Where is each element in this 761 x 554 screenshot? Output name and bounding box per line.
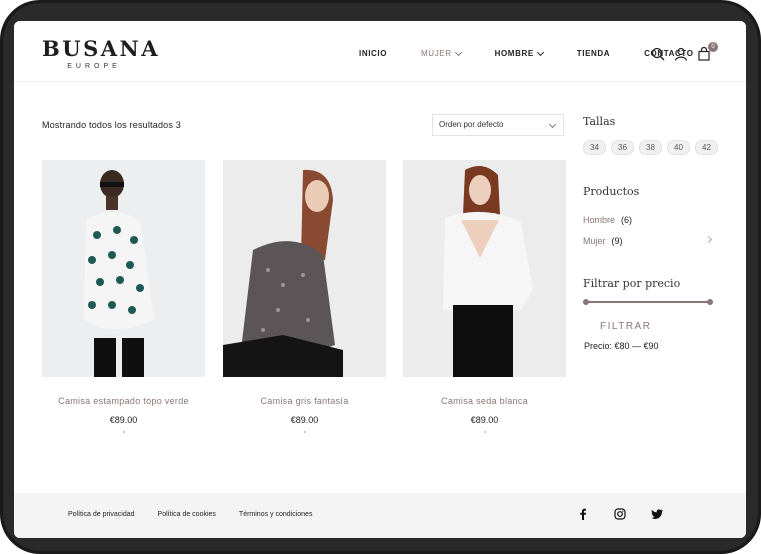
- chevron-down-icon: [548, 120, 557, 129]
- user-icon[interactable]: [674, 47, 688, 66]
- category-item[interactable]: Mujer (9): [583, 236, 623, 246]
- sort-select[interactable]: Orden por defecto: [432, 114, 564, 136]
- category-item[interactable]: Hombre (6): [583, 215, 632, 225]
- logo-sub: EUROPE: [67, 63, 121, 70]
- size-option[interactable]: 36: [611, 140, 634, 155]
- price-range: Precio: €80 — €90: [584, 341, 659, 351]
- footer-link-cookies[interactable]: Política de cookies: [158, 511, 216, 518]
- price-slider[interactable]: [583, 299, 713, 305]
- nav-item-tienda[interactable]: TIENDA: [577, 49, 610, 58]
- category-count: (6): [621, 215, 633, 225]
- twitter-icon[interactable]: [651, 507, 664, 525]
- product-name[interactable]: Camisa seda blanca: [403, 396, 566, 406]
- site-footer: Política de privacidad Política de cooki…: [14, 493, 746, 538]
- facebook-icon[interactable]: [577, 507, 589, 525]
- screen: BUSANA EUROPE INICIO MUJER HOMBRE TIENDA…: [14, 21, 746, 538]
- site-header: BUSANA EUROPE INICIO MUJER HOMBRE TIENDA…: [14, 21, 746, 82]
- nav-label: TIENDA: [576, 49, 611, 58]
- nav-label: MUJER: [421, 49, 452, 58]
- result-count: Mostrando todos los resultados 3: [42, 120, 181, 130]
- search-icon[interactable]: [651, 47, 665, 66]
- product-card[interactable]: Camisa seda blanca €89.00: [403, 160, 566, 433]
- nav-item-inicio[interactable]: INICIO: [359, 49, 387, 58]
- size-option[interactable]: 42: [695, 140, 718, 155]
- size-option[interactable]: 40: [667, 140, 690, 155]
- nav-item-mujer[interactable]: MUJER: [421, 48, 462, 58]
- size-option[interactable]: 38: [639, 140, 662, 155]
- nav-label: INICIO: [359, 49, 388, 58]
- product-price: €89.00: [109, 415, 138, 425]
- product-image[interactable]: [42, 160, 205, 377]
- cart-count-badge: 0: [708, 42, 718, 52]
- chevron-down-icon: [536, 48, 544, 56]
- size-filter: 34 36 38 40 42: [583, 140, 723, 155]
- price-filter-title: Filtrar por precio: [583, 277, 681, 290]
- nav-item-hombre[interactable]: HOMBRE: [494, 48, 544, 58]
- sort-selected: Orden por defecto: [439, 120, 504, 129]
- tablet-frame: BUSANA EUROPE INICIO MUJER HOMBRE TIENDA…: [0, 0, 761, 554]
- category-label: Mujer: [583, 236, 606, 246]
- divider: [303, 431, 306, 433]
- size-option[interactable]: 34: [583, 140, 606, 155]
- product-image[interactable]: [223, 160, 386, 377]
- product-card[interactable]: Camisa gris fantasía €89.00: [223, 160, 386, 433]
- divider: [483, 431, 486, 433]
- nav-label: HOMBRE: [494, 49, 534, 58]
- slider-handle-max[interactable]: [707, 299, 713, 305]
- product-price: €89.00: [290, 415, 319, 425]
- instagram-icon[interactable]: [614, 507, 626, 525]
- product-name[interactable]: Camisa gris fantasía: [223, 396, 386, 406]
- filter-button[interactable]: FILTRAR: [600, 321, 651, 332]
- cart-icon[interactable]: 0: [697, 42, 718, 66]
- header-icons: 0: [651, 42, 720, 66]
- product-card[interactable]: Camisa estampado topo verde €89.00: [42, 160, 205, 433]
- products-title: Productos: [583, 185, 640, 198]
- product-name[interactable]: Camisa estampado topo verde: [42, 396, 205, 406]
- chevron-right-icon[interactable]: [704, 235, 713, 244]
- chevron-down-icon: [454, 48, 462, 56]
- footer-link-terms[interactable]: Términos y condiciones: [239, 511, 313, 518]
- category-count: (9): [611, 236, 623, 246]
- product-price: €89.00: [470, 415, 499, 425]
- social-links: [577, 507, 688, 525]
- logo-brand: BUSANA: [42, 36, 161, 61]
- footer-link-privacy[interactable]: Política de privacidad: [68, 511, 135, 518]
- category-label: Hombre: [583, 215, 616, 225]
- logo[interactable]: BUSANA EUROPE: [42, 36, 161, 70]
- slider-handle-min[interactable]: [583, 299, 589, 305]
- product-image[interactable]: [403, 160, 566, 377]
- divider: [122, 431, 125, 433]
- footer-links: Política de privacidad Política de cooki…: [68, 511, 335, 518]
- sizes-title: Tallas: [583, 115, 616, 128]
